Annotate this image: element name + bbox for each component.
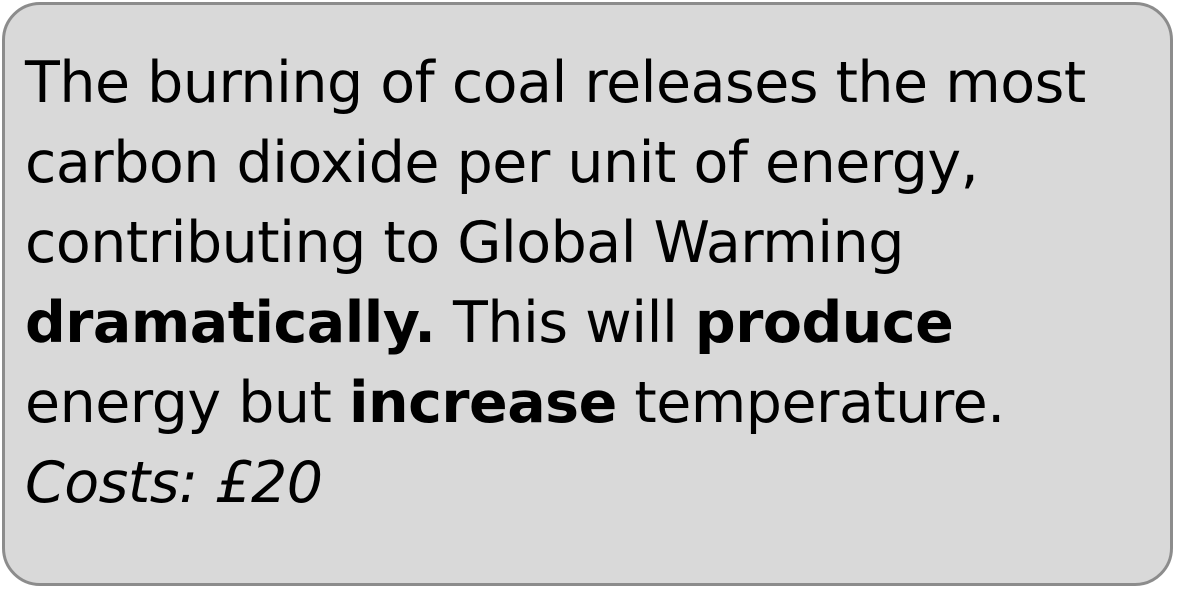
description-line-2: carbon dioxide per unit of energy, xyxy=(25,130,979,196)
card-description: The burning of coal releases the most ca… xyxy=(25,43,1165,523)
description-line-3: contributing to Global Warming xyxy=(25,210,904,276)
description-line-5: energy but increase temperature. xyxy=(25,363,1165,443)
description-line-4: dramatically. This will produce xyxy=(25,283,1165,363)
emphasis-dramatically: dramatically. xyxy=(25,290,436,356)
line-4-text: This will xyxy=(435,290,695,356)
description-line-1: The burning of coal releases the most xyxy=(25,50,1086,116)
emphasis-produce: produce xyxy=(694,290,954,356)
cost-label: Costs: £20 xyxy=(25,450,323,516)
line-5-text-a: energy but xyxy=(25,370,350,436)
info-card: The burning of coal releases the most ca… xyxy=(2,2,1173,586)
line-5-text-b: temperature. xyxy=(616,370,1005,436)
emphasis-increase: increase xyxy=(349,370,617,436)
